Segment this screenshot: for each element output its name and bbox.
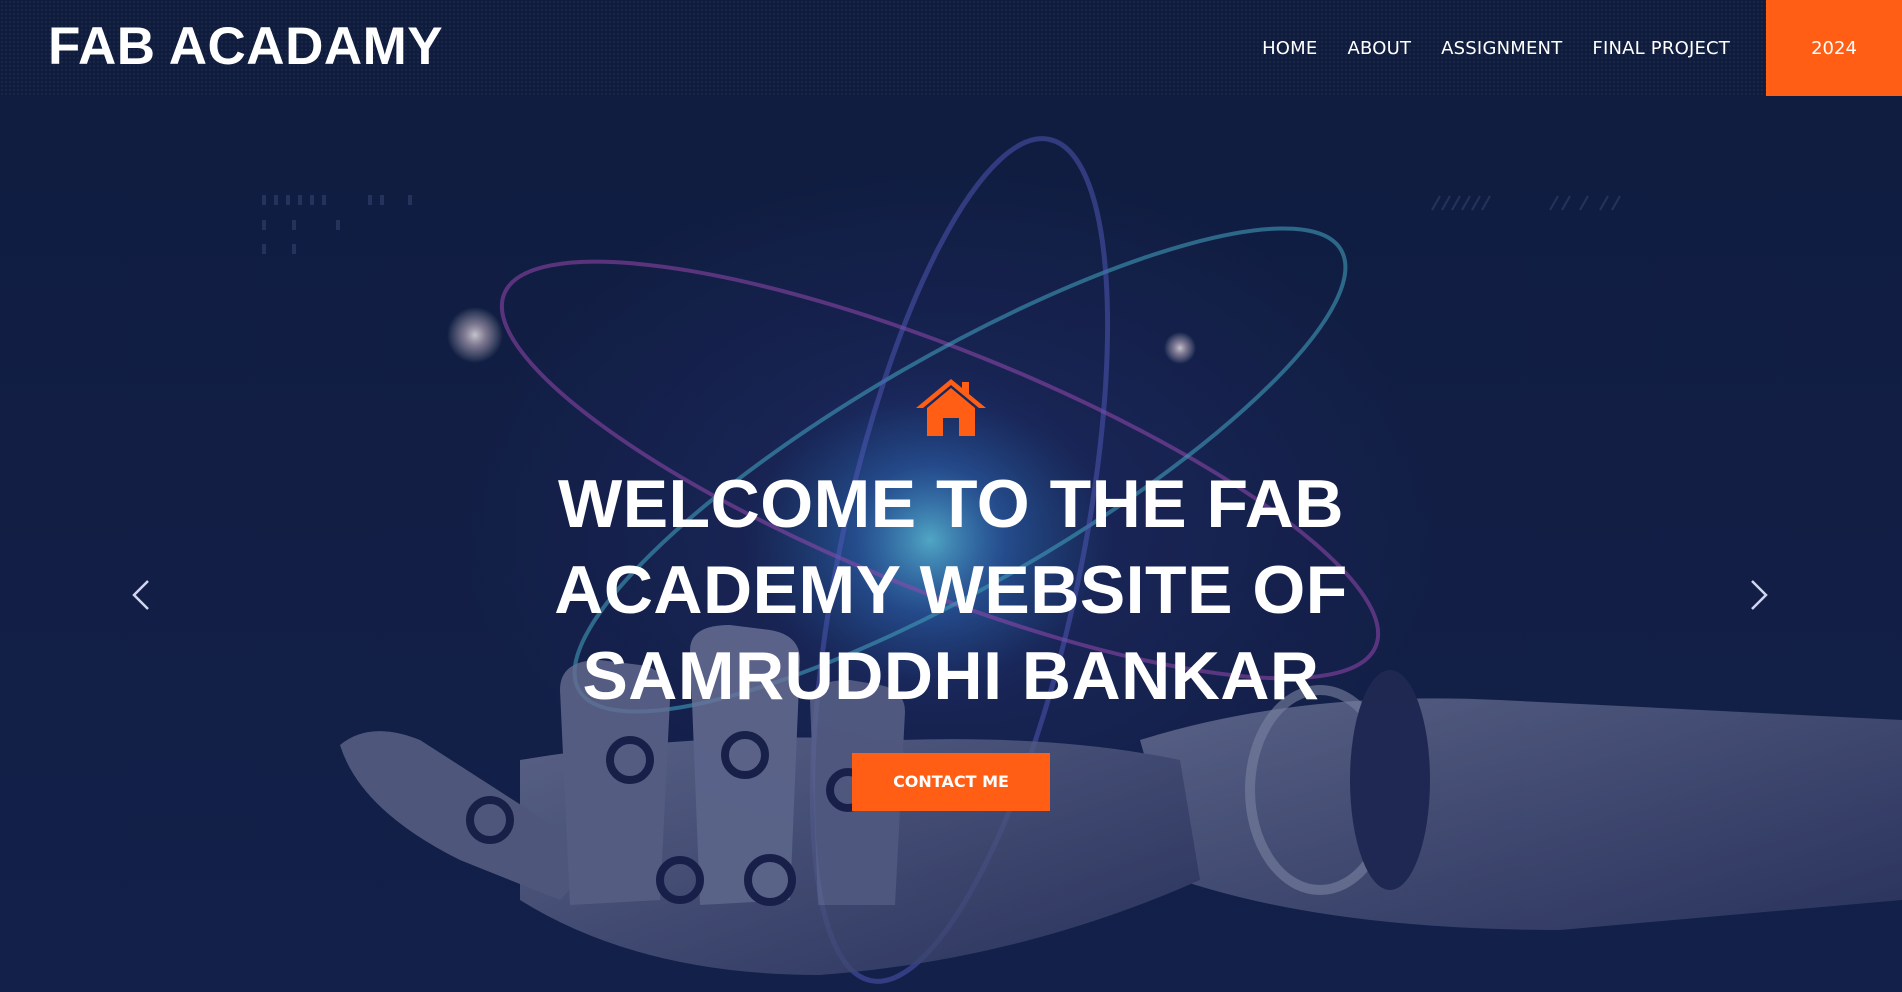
nav-link-home[interactable]: HOME (1262, 38, 1317, 59)
hero-title: WELCOME TO THE FAB ACADEMY WEBSITE OF SA… (554, 466, 1348, 714)
home-icon (916, 379, 986, 436)
nav-links: HOME ABOUT ASSIGNMENT FINAL PROJECT (1262, 0, 1730, 96)
page: FAB ACADAMY HOME ABOUT ASSIGNMENT FINAL … (0, 0, 1902, 992)
contact-me-button[interactable]: CONTACT ME (852, 753, 1050, 811)
nav-link-about[interactable]: ABOUT (1347, 38, 1411, 59)
brand-logo[interactable]: FAB ACADAMY (48, 14, 443, 80)
nav-link-final-project[interactable]: FINAL PROJECT (1592, 38, 1730, 59)
year-button[interactable]: 2024 (1766, 0, 1902, 96)
hero-content: WELCOME TO THE FAB ACADEMY WEBSITE OF SA… (0, 376, 1902, 811)
navbar: FAB ACADAMY HOME ABOUT ASSIGNMENT FINAL … (0, 0, 1902, 96)
nav-link-assignment[interactable]: ASSIGNMENT (1441, 38, 1562, 59)
